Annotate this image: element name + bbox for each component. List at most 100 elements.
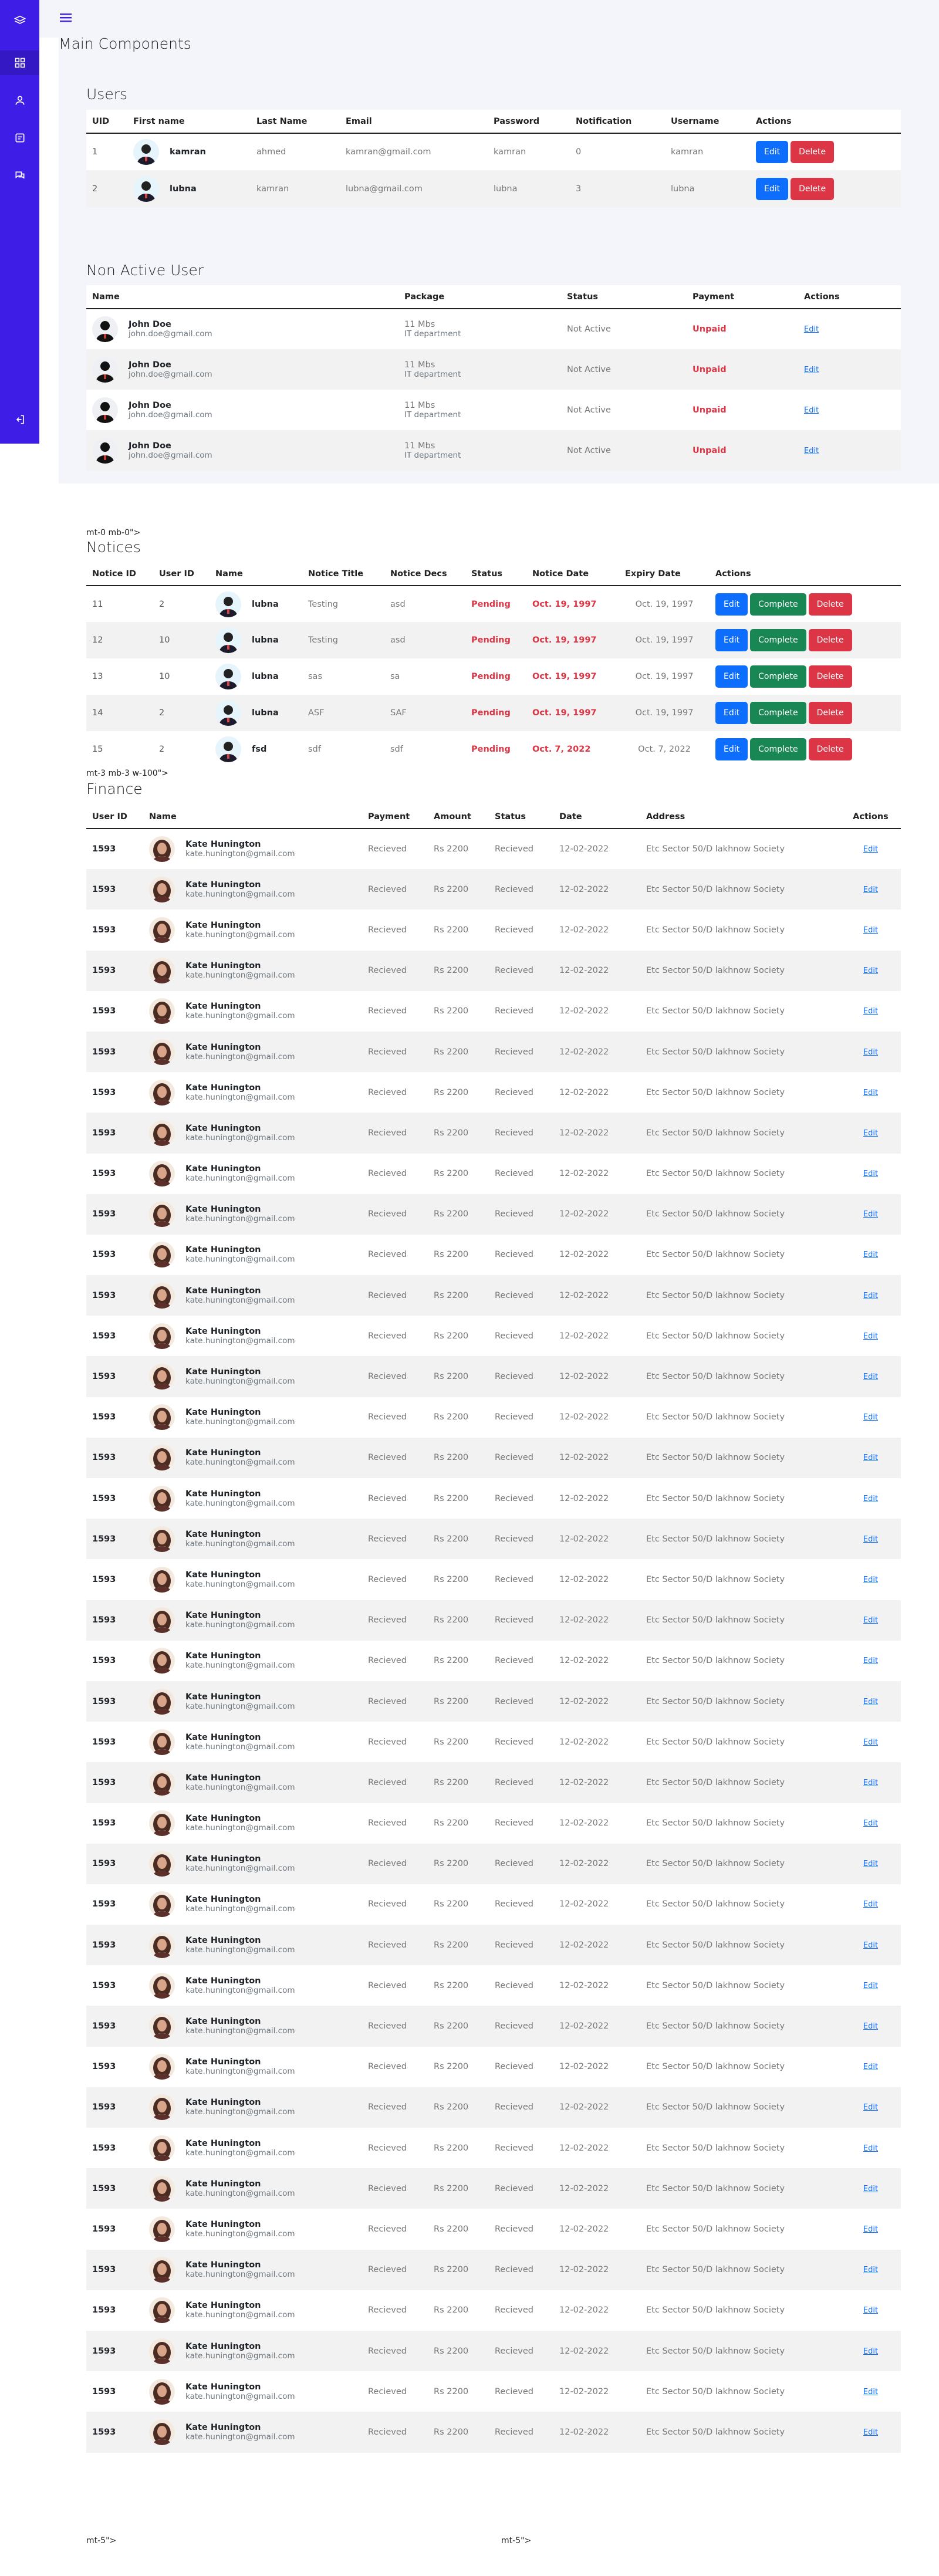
payment-cell: Recieved: [362, 1640, 428, 1681]
name-cell: Kate Hunington kate.hunington@gmail.com: [143, 2006, 362, 2047]
edit-link[interactable]: Edit: [863, 2428, 878, 2437]
finance-row: 1593 Kate Hunington kate.hunington@gmail.c…: [86, 869, 901, 910]
user-name: John Doe: [129, 360, 171, 370]
edit-link[interactable]: Edit: [863, 1779, 878, 1787]
clipboard-icon[interactable]: [0, 126, 39, 150]
edit-button[interactable]: Edit: [715, 665, 748, 688]
edit-link[interactable]: Edit: [863, 1413, 878, 1422]
edit-link[interactable]: Edit: [863, 1210, 878, 1219]
avatar: [215, 627, 241, 653]
edit-link[interactable]: Edit: [863, 1129, 878, 1138]
notice-id-cell: 15: [86, 731, 153, 768]
grid-icon[interactable]: [0, 50, 39, 75]
edit-button[interactable]: Edit: [715, 593, 748, 616]
edit-link[interactable]: Edit: [804, 447, 819, 455]
user-id-cell: 1593: [86, 2249, 143, 2290]
edit-link[interactable]: Edit: [863, 1819, 878, 1828]
edit-link[interactable]: Edit: [863, 2225, 878, 2234]
complete-button[interactable]: Complete: [750, 593, 806, 616]
edit-link[interactable]: Edit: [804, 325, 819, 334]
delete-button[interactable]: Delete: [808, 702, 852, 724]
edit-link[interactable]: Edit: [863, 1495, 878, 1503]
notification-cell: 0: [570, 133, 665, 170]
finance-row: 1593 Kate Hunington kate.hunington@gmail.c…: [86, 1925, 901, 1966]
delete-button[interactable]: Delete: [791, 141, 835, 163]
amount-cell: Rs 2200: [428, 2249, 489, 2290]
edit-button[interactable]: Edit: [715, 629, 748, 651]
edit-link[interactable]: Edit: [863, 2347, 878, 2356]
status-cell: Recieved: [489, 1478, 553, 1519]
chat-icon[interactable]: [0, 163, 39, 188]
edit-link[interactable]: Edit: [863, 1250, 878, 1259]
complete-button[interactable]: Complete: [750, 665, 806, 688]
edit-link[interactable]: Edit: [863, 1453, 878, 1462]
edit-link[interactable]: Edit: [863, 1535, 878, 1544]
edit-link[interactable]: Edit: [863, 2063, 878, 2071]
payment-cell: Recieved: [362, 1722, 428, 1763]
edit-link[interactable]: Edit: [863, 1332, 878, 1341]
edit-link[interactable]: Edit: [863, 2306, 878, 2315]
edit-link[interactable]: Edit: [863, 2022, 878, 2031]
date-cell: 12-02-2022: [553, 2006, 640, 2047]
edit-link[interactable]: Edit: [863, 1982, 878, 1990]
edit-link[interactable]: Edit: [863, 2185, 878, 2193]
user-name: Kate Hunington: [185, 1042, 261, 1052]
edit-link[interactable]: Edit: [863, 1616, 878, 1625]
actions-cell: Edit: [840, 2371, 901, 2412]
edit-link[interactable]: Edit: [863, 1698, 878, 1706]
user-id-cell: 1593: [86, 2168, 143, 2209]
edit-link[interactable]: Edit: [863, 1900, 878, 1909]
edit-link[interactable]: Edit: [863, 1292, 878, 1300]
edit-link[interactable]: Edit: [863, 2266, 878, 2274]
edit-link[interactable]: Edit: [863, 885, 878, 894]
notices-column-header: Notice Date: [526, 562, 619, 586]
edit-link[interactable]: Edit: [863, 2103, 878, 2112]
edit-link[interactable]: Edit: [863, 1088, 878, 1097]
payment-cell: Recieved: [362, 1316, 428, 1357]
layers-icon[interactable]: [0, 8, 39, 33]
actions-cell: Edit: [840, 1965, 901, 2006]
delete-button[interactable]: Delete: [791, 177, 835, 200]
edit-link[interactable]: Edit: [863, 1657, 878, 1665]
edit-button[interactable]: Edit: [756, 141, 789, 163]
status-cell: Recieved: [489, 990, 553, 1032]
complete-button[interactable]: Complete: [750, 629, 806, 651]
delete-button[interactable]: Delete: [808, 629, 852, 651]
edit-button[interactable]: Edit: [715, 738, 748, 760]
delete-button[interactable]: Delete: [808, 665, 852, 688]
edit-link[interactable]: Edit: [863, 845, 878, 854]
edit-link[interactable]: Edit: [863, 1738, 878, 1747]
avatar: [149, 1161, 175, 1187]
delete-button[interactable]: Delete: [808, 593, 852, 616]
edit-link[interactable]: Edit: [863, 926, 878, 935]
delete-button[interactable]: Delete: [808, 738, 852, 760]
menu-toggle-icon[interactable]: [59, 11, 73, 25]
edit-button[interactable]: Edit: [756, 177, 789, 200]
edit-link[interactable]: Edit: [863, 2144, 878, 2153]
user-id-cell: 1593: [86, 1234, 143, 1276]
edit-link[interactable]: Edit: [863, 2388, 878, 2396]
edit-link[interactable]: Edit: [863, 1372, 878, 1381]
edit-link[interactable]: Edit: [863, 1048, 878, 1057]
edit-link[interactable]: Edit: [804, 406, 819, 415]
avatar: [149, 1566, 175, 1593]
complete-button[interactable]: Complete: [750, 738, 806, 760]
edit-link[interactable]: Edit: [863, 1941, 878, 1950]
edit-link[interactable]: Edit: [863, 966, 878, 975]
edit-link[interactable]: Edit: [863, 1576, 878, 1584]
avatar: [149, 1729, 175, 1755]
finance-row: 1593 Kate Hunington kate.hunington@gmail.c…: [86, 1356, 901, 1397]
edit-link[interactable]: Edit: [863, 1860, 878, 1868]
payment-cell: Recieved: [362, 2209, 428, 2250]
user-id-cell: 1593: [86, 869, 143, 910]
edit-button[interactable]: Edit: [715, 702, 748, 724]
complete-button[interactable]: Complete: [750, 702, 806, 724]
avatar: [133, 139, 159, 165]
logout-icon[interactable]: [0, 407, 39, 432]
edit-link[interactable]: Edit: [863, 1007, 878, 1016]
edit-link[interactable]: Edit: [804, 366, 819, 374]
edit-link[interactable]: Edit: [863, 1169, 878, 1178]
user-icon[interactable]: [0, 88, 39, 113]
finance-row: 1593 Kate Hunington kate.hunington@gmail.c…: [86, 910, 901, 951]
user-id-cell: 1593: [86, 1031, 143, 1073]
